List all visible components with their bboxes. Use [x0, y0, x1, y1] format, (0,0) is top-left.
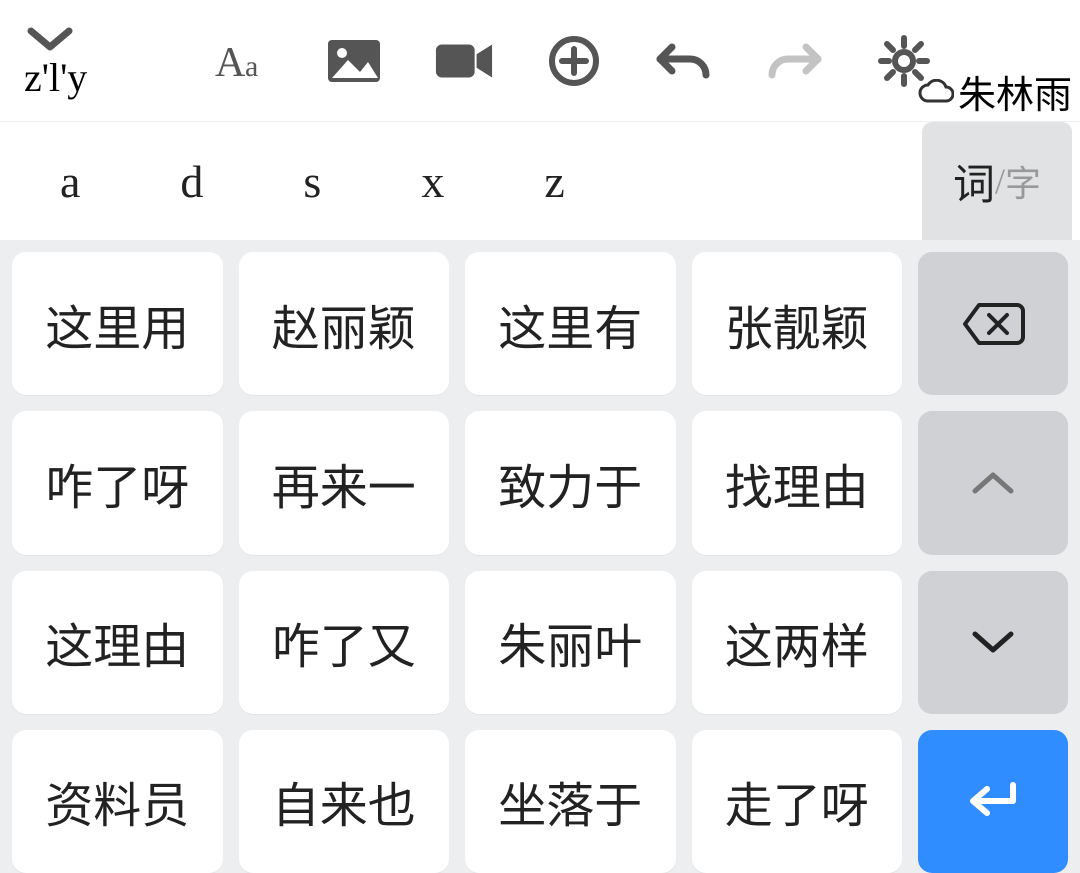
page-down-key[interactable] [918, 571, 1068, 714]
letter-key[interactable]: a [60, 155, 80, 208]
candidate[interactable]: 张靓颖 [692, 252, 903, 395]
toolbar-left: z'l'y [20, 20, 87, 101]
text-style-icon[interactable]: Aa [214, 31, 274, 91]
letter-key[interactable]: d [180, 155, 203, 208]
image-icon[interactable] [324, 31, 384, 91]
letter-key[interactable]: x [421, 155, 444, 208]
candidate[interactable]: 走了呀 [692, 730, 903, 873]
candidate[interactable]: 这里有 [465, 252, 676, 395]
pinyin-input: z'l'y [20, 54, 87, 101]
candidate[interactable]: 坐落于 [465, 730, 676, 873]
mode-sep: / [995, 160, 1005, 202]
followup-letters: a d s x z [0, 155, 922, 208]
candidate[interactable]: 赵丽颖 [239, 252, 450, 395]
backspace-key[interactable] [918, 252, 1068, 395]
candidate-area: 这里用 赵丽颖 这里有 张靓颖 咋了呀 再来一 致力于 找理由 这理由 咋了又 … [0, 240, 1080, 873]
candidate[interactable]: 资料员 [12, 730, 223, 873]
user-name: 朱林雨 [958, 64, 1072, 119]
user-indicator: 朱林雨 [916, 64, 1072, 119]
enter-key[interactable] [918, 730, 1068, 873]
svg-text:A: A [215, 40, 246, 86]
toolbar-mid: Aa [87, 31, 1060, 91]
mode-sub-label: 字 [1005, 155, 1041, 207]
candidate[interactable]: 这理由 [12, 571, 223, 714]
toolbar: z'l'y Aa 朱林雨 [0, 0, 1080, 122]
candidate[interactable]: 这两样 [692, 571, 903, 714]
letter-key[interactable]: s [303, 155, 321, 208]
candidate[interactable]: 这里用 [12, 252, 223, 395]
cloud-icon [916, 79, 954, 105]
add-icon[interactable] [544, 31, 604, 91]
letter-key[interactable]: z [544, 155, 564, 208]
candidate[interactable]: 找理由 [692, 411, 903, 554]
video-icon[interactable] [434, 31, 494, 91]
redo-icon [764, 31, 824, 91]
candidate[interactable]: 再来一 [239, 411, 450, 554]
page-up-key[interactable] [918, 411, 1068, 554]
undo-icon[interactable] [654, 31, 714, 91]
candidate[interactable]: 自来也 [239, 730, 450, 873]
letter-row: a d s x z 词/字 [0, 122, 1080, 240]
mode-main-label: 词 [953, 151, 995, 212]
word-char-toggle[interactable]: 词/字 [922, 122, 1072, 240]
candidate[interactable]: 致力于 [465, 411, 676, 554]
candidate[interactable]: 朱丽叶 [465, 571, 676, 714]
svg-text:a: a [245, 50, 258, 83]
candidate[interactable]: 咋了又 [239, 571, 450, 714]
candidate[interactable]: 咋了呀 [12, 411, 223, 554]
